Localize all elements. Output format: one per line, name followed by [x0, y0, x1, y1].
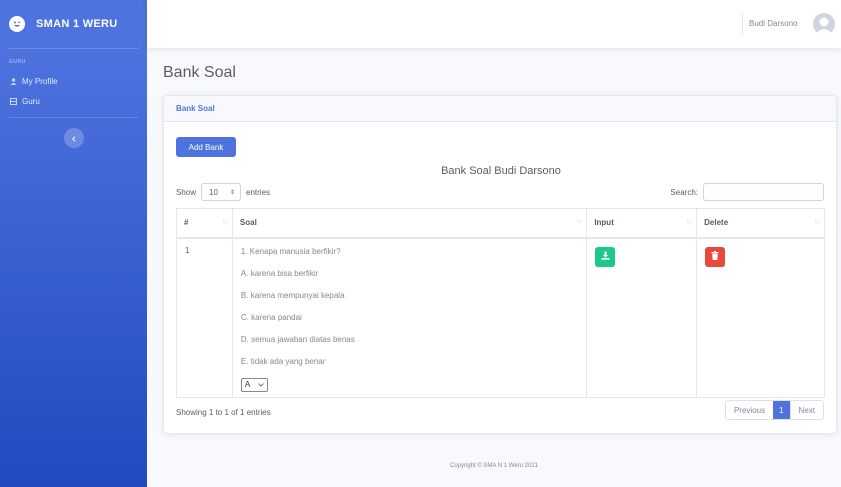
chevron-left-icon [71, 129, 77, 147]
bank-soal-table: # ↑↓ Soal ↑↓ Input ↑↓ Delete ↑↓ 1 1. Kenapa … [176, 208, 825, 398]
column-header-delete[interactable]: Delete ↑↓ [696, 208, 825, 239]
sort-icon: ↑↓ [814, 219, 819, 225]
sidebar: SMAN 1 WERU GURU My Profile Guru [0, 0, 147, 487]
input-button[interactable] [595, 246, 616, 267]
sort-icon: ↑↓ [221, 219, 227, 225]
option-b: B. karena mempunyai kepala [240, 290, 345, 300]
input-cell [586, 237, 698, 398]
download-icon [601, 251, 610, 262]
delete-cell [696, 237, 825, 398]
sidebar-item-label: Guru [22, 96, 40, 106]
delete-button[interactable] [705, 246, 726, 267]
pagination-page-1[interactable]: 1 [773, 401, 790, 419]
sidebar-heading: GURU [9, 59, 26, 65]
table-info: Showing 1 to 1 of 1 entries [176, 408, 271, 417]
sort-icon: ↑↓ [576, 219, 581, 225]
question-cell: 1. Kenapa manusia berfikir? A. karena bi… [231, 237, 588, 398]
sidebar-item-my-profile[interactable]: My Profile [0, 71, 147, 91]
option-a: A. karena bisa berfikir [240, 268, 319, 278]
user-icon [9, 77, 17, 85]
topbar: Budi Darsono [147, 0, 841, 48]
search-control: Search: [670, 183, 824, 201]
user-name[interactable]: Budi Darsono [749, 19, 797, 28]
show-label: Show [176, 187, 197, 197]
option-c: C. karena pandai [240, 312, 302, 322]
search-label: Search: [670, 187, 698, 197]
sort-icon: ↑↓ [686, 219, 691, 225]
page-length-select[interactable]: 10 ⇕ [201, 183, 242, 201]
chevron-down-icon [258, 380, 264, 389]
table-header-row: # ↑↓ Soal ↑↓ Input ↑↓ Delete ↑↓ [176, 208, 825, 239]
page-length-control: Show 10 ⇕ entries [176, 183, 270, 201]
page-title: Bank Soal [163, 64, 236, 81]
sidebar-brand[interactable]: SMAN 1 WERU [0, 0, 147, 48]
add-bank-button[interactable]: Add Bank [176, 137, 236, 157]
answer-select[interactable]: A [240, 377, 268, 392]
answer-value: A [244, 380, 251, 389]
option-e: E. tidak ada yang benar [240, 356, 326, 366]
page-length-value: 10 [209, 187, 218, 197]
sidebar-item-guru[interactable]: Guru [0, 91, 147, 111]
table-icon [9, 97, 17, 105]
user-avatar-icon[interactable] [813, 13, 835, 35]
bank-soal-card: Bank Soal Add Bank Bank Soal Budi Darson… [163, 95, 837, 434]
pagination: Previous 1 Next [724, 400, 824, 420]
sidebar-divider [9, 117, 138, 118]
row-number: 1 [176, 237, 233, 398]
option-d: D. semua jawaban diatas benas [240, 334, 355, 344]
card-header: Bank Soal [164, 96, 836, 122]
brand-name: SMAN 1 WERU [36, 18, 118, 30]
search-input[interactable] [703, 183, 824, 201]
table-title: Bank Soal Budi Darsono [441, 165, 561, 177]
select-arrows-icon: ⇕ [229, 189, 236, 196]
pagination-previous[interactable]: Previous [725, 401, 774, 419]
column-header-number[interactable]: # ↑↓ [176, 208, 233, 239]
footer-copyright: Copyright © SMA N 1 Weru 2021 [449, 463, 539, 469]
column-header-input[interactable]: Input ↑↓ [586, 208, 698, 239]
column-header-soal[interactable]: Soal ↑↓ [231, 208, 588, 239]
trash-icon [711, 251, 719, 262]
sidebar-item-label: My Profile [22, 76, 58, 86]
laugh-wink-icon [9, 16, 25, 32]
topbar-divider [742, 14, 743, 34]
question-text: 1. Kenapa manusia berfikir? [240, 246, 341, 256]
pagination-next[interactable]: Next [789, 401, 823, 419]
table-row: 1 1. Kenapa manusia berfikir? A. karena … [176, 237, 825, 398]
sidebar-toggle-button[interactable] [64, 128, 84, 148]
entries-label: entries [246, 187, 271, 197]
